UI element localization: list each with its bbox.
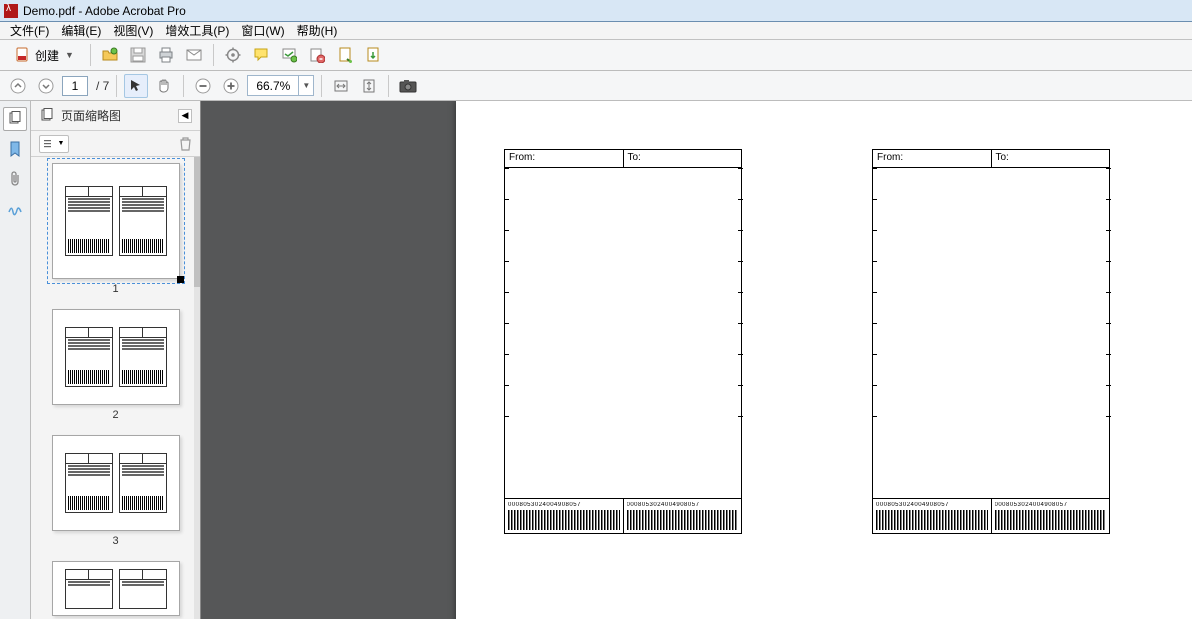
thumbnail-page-2[interactable]: 2 bbox=[39, 309, 192, 421]
thumbnail-number: 1 bbox=[39, 283, 192, 295]
shipping-label-left: From: To: 0008053024004908057 0008053024… bbox=[504, 149, 742, 534]
separator bbox=[321, 75, 322, 97]
create-label: 创建 bbox=[35, 47, 59, 64]
delete-page-button[interactable] bbox=[179, 137, 192, 151]
zoom-combo[interactable]: ▼ bbox=[247, 75, 314, 96]
thumbnail-panel-title: 页面缩略图 bbox=[61, 107, 172, 124]
tab-signatures[interactable] bbox=[3, 197, 27, 221]
thumbnail-panel: 页面缩略图 ◀ ▼ 1 bbox=[31, 101, 201, 619]
separator bbox=[183, 75, 184, 97]
menu-plugins[interactable]: 增效工具(P) bbox=[159, 22, 235, 39]
fit-width-button[interactable] bbox=[329, 74, 353, 98]
tab-page-thumbnails[interactable] bbox=[3, 107, 27, 131]
separator bbox=[213, 44, 214, 66]
zoom-out-button[interactable] bbox=[191, 74, 215, 98]
left-nav-tabs bbox=[0, 101, 31, 619]
thumbnail-list[interactable]: 1 2 3 bbox=[31, 157, 200, 619]
select-tool-button[interactable] bbox=[124, 74, 148, 98]
from-label: From: bbox=[873, 150, 992, 167]
snapshot-button[interactable] bbox=[396, 74, 420, 98]
barcode-text: 0008053024004908057 bbox=[508, 502, 620, 509]
save-button[interactable] bbox=[126, 43, 150, 67]
menu-help[interactable]: 帮助(H) bbox=[291, 22, 344, 39]
thumbnail-number: 2 bbox=[39, 409, 192, 421]
page-number-input[interactable] bbox=[62, 76, 88, 96]
export-word-button[interactable] bbox=[333, 43, 357, 67]
hand-tool-button[interactable] bbox=[152, 74, 176, 98]
barcode bbox=[627, 510, 739, 530]
pages-icon bbox=[39, 108, 55, 124]
barcode-text: 0008053024004908057 bbox=[876, 502, 988, 509]
create-button[interactable]: 创建 ▼ bbox=[6, 43, 83, 67]
prev-page-button[interactable] bbox=[6, 74, 30, 98]
export-button[interactable] bbox=[361, 43, 385, 67]
thumbnail-page-3[interactable]: 3 bbox=[39, 435, 192, 547]
share-button[interactable] bbox=[277, 43, 301, 67]
page-total-label: / 7 bbox=[96, 79, 109, 93]
barcode bbox=[995, 510, 1107, 530]
thumbnail-options-button[interactable]: ▼ bbox=[39, 135, 69, 153]
email-button[interactable] bbox=[182, 43, 206, 67]
thumbnail-panel-controls: ▼ bbox=[31, 131, 200, 157]
menu-bar: 文件(F) 编辑(E) 视图(V) 增效工具(P) 窗口(W) 帮助(H) bbox=[0, 22, 1192, 40]
menu-window[interactable]: 窗口(W) bbox=[235, 22, 290, 39]
nav-toolbar: / 7 ▼ bbox=[0, 71, 1192, 101]
tab-bookmarks[interactable] bbox=[3, 137, 27, 161]
barcode-text: 0008053024004908057 bbox=[627, 502, 739, 509]
fit-page-button[interactable] bbox=[357, 74, 381, 98]
create-pdf-icon bbox=[15, 47, 31, 63]
separator bbox=[116, 75, 117, 97]
app-icon bbox=[4, 4, 18, 18]
thumbnail-number: 3 bbox=[39, 535, 192, 547]
window-title: Demo.pdf - Adobe Acrobat Pro bbox=[23, 4, 186, 18]
menu-file[interactable]: 文件(F) bbox=[4, 22, 55, 39]
shipping-label-right: From: To: 0008053024004908057 0008053024… bbox=[872, 149, 1110, 534]
to-label: To: bbox=[624, 150, 742, 167]
settings-button[interactable] bbox=[221, 43, 245, 67]
barcode bbox=[508, 510, 620, 530]
chevron-down-icon[interactable]: ▼ bbox=[298, 76, 313, 95]
pdf-page: From: To: 0008053024004908057 0008053024… bbox=[456, 101, 1192, 619]
zoom-in-button[interactable] bbox=[219, 74, 243, 98]
to-label: To: bbox=[992, 150, 1110, 167]
comment-button[interactable] bbox=[249, 43, 273, 67]
barcode-text: 0008053024004908057 bbox=[995, 502, 1107, 509]
next-page-button[interactable] bbox=[34, 74, 58, 98]
content-area: 页面缩略图 ◀ ▼ 1 bbox=[0, 101, 1192, 619]
open-button[interactable] bbox=[98, 43, 122, 67]
collapse-panel-button[interactable]: ◀ bbox=[178, 109, 192, 123]
thumbnail-page-1[interactable]: 1 bbox=[39, 163, 192, 295]
tab-attachments[interactable] bbox=[3, 167, 27, 191]
thumbnail-panel-header: 页面缩略图 ◀ bbox=[31, 101, 200, 131]
menu-edit[interactable]: 编辑(E) bbox=[55, 22, 107, 39]
from-label: From: bbox=[505, 150, 624, 167]
separator bbox=[388, 75, 389, 97]
window-titlebar: Demo.pdf - Adobe Acrobat Pro bbox=[0, 0, 1192, 22]
zoom-input[interactable] bbox=[248, 76, 298, 95]
document-viewport[interactable]: From: To: 0008053024004908057 0008053024… bbox=[201, 101, 1192, 619]
barcode bbox=[876, 510, 988, 530]
thumbnail-page-4[interactable] bbox=[39, 561, 192, 616]
menu-view[interactable]: 视图(V) bbox=[107, 22, 159, 39]
main-toolbar: 创建 ▼ bbox=[0, 40, 1192, 71]
separator bbox=[90, 44, 91, 66]
print-button[interactable] bbox=[154, 43, 178, 67]
chevron-down-icon: ▼ bbox=[65, 50, 74, 60]
cancel-button[interactable] bbox=[305, 43, 329, 67]
thumbnail-scrollbar[interactable] bbox=[194, 157, 200, 619]
